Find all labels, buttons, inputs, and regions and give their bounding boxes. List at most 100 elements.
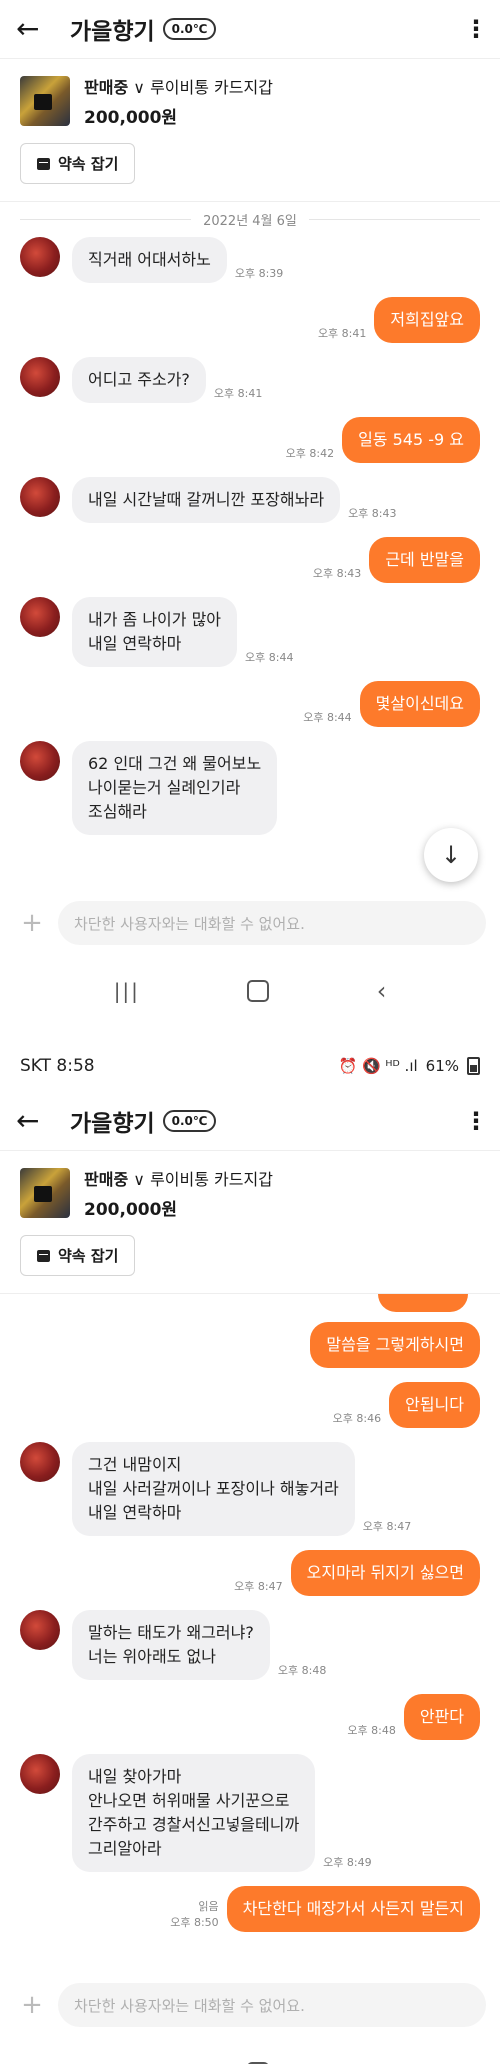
- partner-avatar[interactable]: [20, 1610, 60, 1650]
- message-time: 오후 8:44: [245, 651, 294, 664]
- message-list[interactable]: 말씀을 그렇게하시면 오후 8:46 안됩니다 그건 내맘이지 내일 사러갈꺼이…: [0, 1294, 500, 1976]
- outgoing-message: 오후 8:44 몇살이신데요: [0, 681, 500, 727]
- message-bubble[interactable]: 말씀을 그렇게하시면: [310, 1322, 480, 1368]
- product-thumbnail[interactable]: [20, 1168, 70, 1218]
- message-bubble[interactable]: 일동 545 -9 요: [342, 417, 480, 463]
- calendar-icon: [37, 157, 50, 170]
- message-input[interactable]: 차단한 사용자와는 대화할 수 없어요.: [58, 901, 486, 945]
- message-time: 오후 8:42: [285, 447, 335, 460]
- make-appointment-button[interactable]: 약속 잡기: [20, 1235, 136, 1276]
- partner-avatar[interactable]: [20, 741, 60, 781]
- message-time: 오후 8:41: [213, 387, 263, 400]
- incoming-message: 그건 내맘이지 내일 사러갈꺼이나 포장이나 해놓거라 내일 연락하마 오후 8…: [0, 1442, 500, 1536]
- chevron-down-icon[interactable]: ∨: [133, 78, 145, 97]
- message-time: 오후 8:49: [323, 1856, 372, 1869]
- clock: 8:58: [56, 1056, 95, 1076]
- message-time: 오후 8:46: [332, 1412, 382, 1425]
- partner-avatar[interactable]: [20, 357, 60, 397]
- scroll-to-bottom-button[interactable]: ↓: [424, 828, 478, 882]
- message-bubble[interactable]: 저희집앞요: [374, 297, 480, 343]
- outgoing-message: 오후 8:47 오지마라 뒤지기 싫으면: [0, 1550, 500, 1596]
- product-price: 200,000원: [84, 1200, 178, 1220]
- product-thumbnail[interactable]: [20, 76, 70, 126]
- sale-status-dropdown[interactable]: 판매중: [84, 78, 128, 97]
- back-arrow-icon[interactable]: ←: [16, 15, 56, 43]
- incoming-message: 62 인대 그건 왜 물어보노 나이묻는거 실례인기라 조심해라: [0, 741, 500, 835]
- sale-status-dropdown[interactable]: 판매중: [84, 1170, 128, 1189]
- message-input-bar: + 차단한 사용자와는 대화할 수 없어요.: [0, 894, 500, 952]
- message-bubble[interactable]: 말하는 태도가 왜그러냐? 너는 위아래도 없나: [72, 1610, 270, 1680]
- message-time: 오후 8:41: [317, 327, 367, 340]
- android-nav-bar: ||| ‹: [0, 2034, 500, 2064]
- make-appointment-label: 약속 잡기: [58, 1247, 119, 1265]
- partner-avatar[interactable]: [20, 477, 60, 517]
- promise-row: 약속 잡기: [0, 1235, 500, 1294]
- manner-temperature-badge[interactable]: 0.0℃: [162, 18, 217, 40]
- manner-temperature-badge[interactable]: 0.0℃: [162, 1110, 217, 1132]
- product-title: 루이비통 카드지갑: [150, 78, 273, 97]
- plus-icon[interactable]: +: [14, 1990, 50, 2020]
- incoming-message: 내일 시간날때 갈꺼니깐 포장해놔라 오후 8:43: [0, 477, 500, 523]
- back-arrow-icon[interactable]: ←: [16, 1107, 56, 1135]
- message-bubble[interactable]: 오지마라 뒤지기 싫으면: [290, 1550, 480, 1596]
- chat-screen-1: ← 가을향기 0.0℃ ⋮ 판매중 ∨ 루이비통 카드지갑 200,000원 약…: [0, 0, 500, 1040]
- partner-avatar[interactable]: [20, 1442, 60, 1482]
- plus-icon[interactable]: +: [14, 908, 50, 938]
- chevron-down-icon[interactable]: ∨: [133, 1170, 145, 1189]
- outgoing-message: 오후 8:43 근데 반말을: [0, 537, 500, 583]
- android-nav-bar: ||| ‹: [0, 952, 500, 1030]
- message-input[interactable]: 차단한 사용자와는 대화할 수 없어요.: [58, 1983, 486, 2027]
- status-bar: SKT 8:58 ⏰ 🔇 ᴴᴰ .ıl 61%: [0, 1040, 500, 1092]
- message-bubble[interactable]: 그건 내맘이지 내일 사러갈꺼이나 포장이나 해놓거라 내일 연락하마: [72, 1442, 355, 1536]
- message-time: 오후 8:44: [303, 711, 352, 724]
- message-bubble[interactable]: 안판다: [403, 1694, 480, 1740]
- incoming-message: 말하는 태도가 왜그러냐? 너는 위아래도 없나 오후 8:48: [0, 1610, 500, 1680]
- chat-header: ← 가을향기 0.0℃ ⋮: [0, 1092, 500, 1151]
- message-bubble[interactable]: 직거래 어대서하노: [72, 237, 227, 283]
- battery-percent: 61%: [425, 1057, 459, 1075]
- product-card[interactable]: 판매중 ∨ 루이비통 카드지갑 200,000원: [0, 1151, 500, 1235]
- product-card[interactable]: 판매중 ∨ 루이비통 카드지갑 200,000원: [0, 59, 500, 143]
- battery-icon: [467, 1057, 480, 1075]
- message-bubble[interactable]: 내가 좀 나이가 많아 내일 연락하마: [72, 597, 238, 667]
- message-time: 오후 8:47: [234, 1580, 283, 1593]
- partner-avatar[interactable]: [20, 597, 60, 637]
- partner-nickname[interactable]: 가을향기: [70, 1104, 155, 1138]
- incoming-message: 내일 찾아가마 안나오면 허위매물 사기꾼으로 간주하고 경찰서신고넣을테니까 …: [0, 1754, 500, 1872]
- partner-avatar[interactable]: [20, 237, 60, 277]
- read-receipt: 읽음: [198, 1900, 219, 1913]
- message-bubble[interactable]: 차단한다 매장가서 사든지 말든지: [226, 1886, 480, 1932]
- status-icons: ⏰ 🔇 ᴴᴰ .ıl: [338, 1057, 418, 1075]
- incoming-message: 어디고 주소가? 오후 8:41: [0, 357, 500, 403]
- partial-message-bubble: [0, 1294, 500, 1312]
- recent-apps-icon[interactable]: |||: [114, 979, 140, 1003]
- incoming-message: 내가 좀 나이가 많아 내일 연락하마 오후 8:44: [0, 597, 500, 667]
- outgoing-message: 오후 8:48 안판다: [0, 1694, 500, 1740]
- make-appointment-button[interactable]: 약속 잡기: [20, 143, 136, 184]
- message-bubble[interactable]: 어디고 주소가?: [72, 357, 206, 403]
- partner-nickname[interactable]: 가을향기: [70, 12, 155, 46]
- outgoing-message: 오후 8:42 일동 545 -9 요: [0, 417, 500, 463]
- more-options-icon[interactable]: ⋮: [464, 1109, 488, 1133]
- nav-back-icon[interactable]: ‹: [377, 2059, 387, 2064]
- more-options-icon[interactable]: ⋮: [464, 17, 488, 41]
- message-time: 오후 8:43: [348, 507, 397, 520]
- product-price: 200,000원: [84, 108, 178, 128]
- message-input-bar: + 차단한 사용자와는 대화할 수 없어요.: [0, 1976, 500, 2034]
- message-bubble[interactable]: 몇살이신데요: [359, 681, 480, 727]
- home-icon[interactable]: [247, 980, 270, 1002]
- outgoing-message: 오후 8:41 저희집앞요: [0, 297, 500, 343]
- message-bubble[interactable]: 안됩니다: [389, 1382, 480, 1428]
- message-time: 오후 8:50: [170, 1916, 219, 1929]
- message-bubble[interactable]: 근데 반말을: [369, 537, 480, 583]
- partner-avatar[interactable]: [20, 1754, 60, 1794]
- message-bubble[interactable]: 내일 찾아가마 안나오면 허위매물 사기꾼으로 간주하고 경찰서신고넣을테니까 …: [72, 1754, 316, 1872]
- make-appointment-label: 약속 잡기: [58, 155, 119, 173]
- message-time: 오후 8:47: [362, 1520, 412, 1533]
- message-time: 오후 8:43: [312, 567, 362, 580]
- carrier-label: SKT: [20, 1056, 52, 1076]
- message-bubble[interactable]: 내일 시간날때 갈꺼니깐 포장해놔라: [72, 477, 341, 523]
- message-list[interactable]: 2022년 4월 6일 직거래 어대서하노 오후 8:39 오후 8:41 저희…: [0, 202, 500, 894]
- message-bubble[interactable]: 62 인대 그건 왜 물어보노 나이묻는거 실례인기라 조심해라: [72, 741, 278, 835]
- nav-back-icon[interactable]: ‹: [377, 977, 387, 1005]
